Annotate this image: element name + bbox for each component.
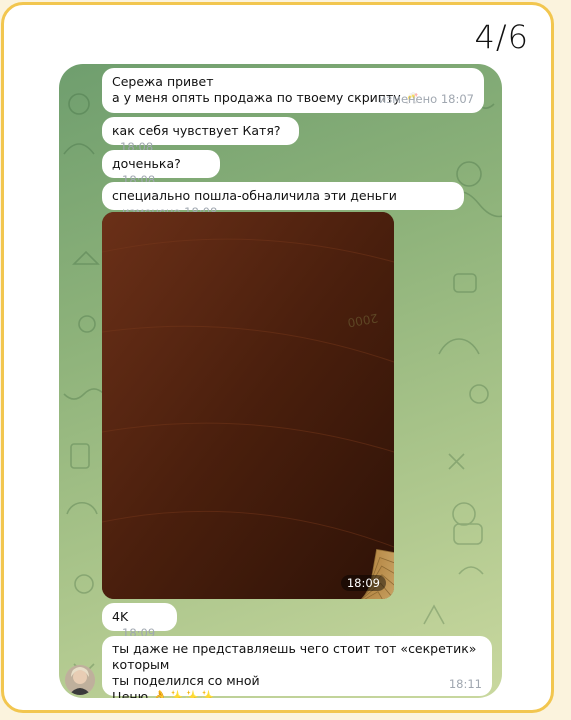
- message-text: 4K: [112, 609, 129, 624]
- message-bubble[interactable]: ты даже не представляешь чего стоит тот …: [102, 636, 492, 698]
- message-bubble[interactable]: специально пошла-обналичила эти деньги и…: [102, 182, 464, 219]
- message-text: ты даже не представляешь чего стоит тот …: [112, 641, 477, 672]
- message-text: специально пошла-обналичила эти деньги: [112, 188, 397, 203]
- message-text: ты поделился со мной: [112, 673, 260, 688]
- banknotes-photo: 2000: [102, 212, 394, 599]
- chat-window: Сережа привет а у меня опять продажа по …: [59, 64, 502, 698]
- message-bubble[interactable]: доченька? 18:08: [102, 150, 220, 187]
- message-time: 18:11: [448, 677, 482, 691]
- message-time: изменено 18:07: [378, 92, 474, 106]
- photo-message[interactable]: 2000 18:09: [102, 212, 394, 599]
- sender-avatar[interactable]: [65, 665, 95, 695]
- page-counter: 4/6: [474, 18, 529, 56]
- message-bubble[interactable]: 4K 18:09: [102, 603, 177, 640]
- message-text: доченька?: [112, 156, 181, 171]
- message-text: как себя чувствует Катя?: [112, 123, 281, 138]
- message-bubble[interactable]: Сережа привет а у меня опять продажа по …: [102, 68, 484, 113]
- ok-sparkles-emoji-icon: 👌✨✨✨: [152, 689, 215, 698]
- message-time: 18:09: [340, 575, 386, 591]
- message-text: Ценю 👌✨✨✨: [112, 689, 482, 698]
- avatar-portrait-icon: [65, 665, 95, 695]
- message-bubble[interactable]: как себя чувствует Катя? 18:08: [102, 117, 299, 154]
- message-text: Сережа привет: [112, 74, 214, 89]
